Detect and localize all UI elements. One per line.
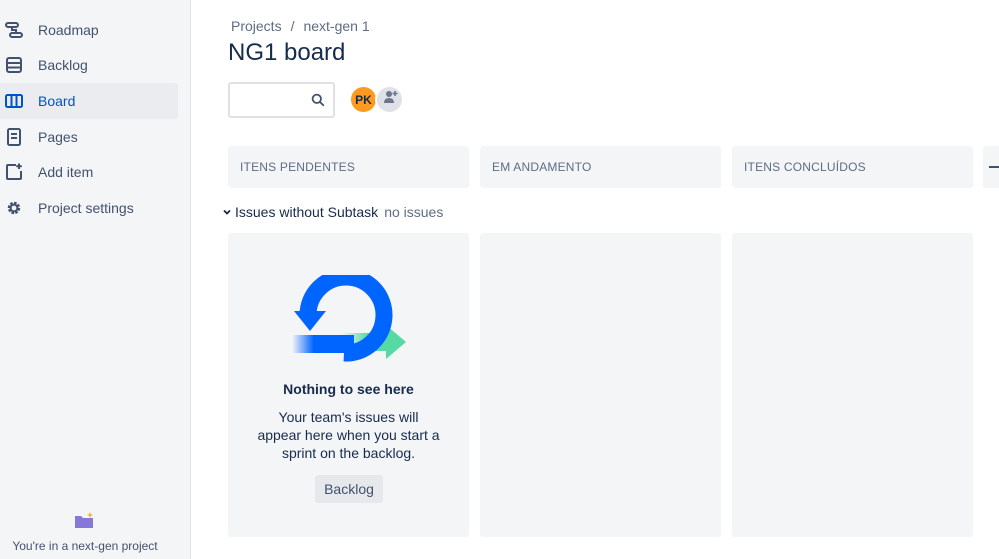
add-user-button[interactable] (375, 85, 404, 114)
sidebar-item-pages[interactable]: Pages (0, 119, 178, 155)
column-body-done (732, 233, 973, 537)
board-main: Projects / next-gen 1 NG1 board PK ITENS… (192, 0, 999, 559)
column-body-in-progress (480, 233, 721, 537)
empty-state-title: Nothing to see here (283, 381, 414, 397)
plus-icon (989, 166, 999, 168)
backlog-button[interactable]: Backlog (315, 475, 383, 503)
avatar[interactable]: PK (349, 85, 378, 114)
column-body-todo: Nothing to see here Your team's issues w… (228, 233, 469, 537)
sidebar-item-label: Project settings (38, 200, 134, 216)
breadcrumb-projects[interactable]: Projects (231, 18, 282, 34)
roadmap-icon (4, 20, 24, 40)
column-header-in-progress[interactable]: EM ANDAMENTO (480, 146, 721, 188)
breadcrumb: Projects / next-gen 1 (231, 18, 370, 34)
gear-icon (4, 198, 24, 218)
search-input[interactable] (228, 82, 335, 118)
sidebar-footer: You're in a next-gen project (0, 509, 191, 559)
column-header-done[interactable]: ITENS CONCLUÍDOS (732, 146, 973, 188)
breadcrumb-separator: / (290, 18, 295, 34)
sidebar-item-label: Roadmap (38, 22, 99, 38)
backlog-icon (4, 55, 24, 75)
swimlane-issue-count: no issues (384, 204, 444, 220)
sidebar-item-roadmap[interactable]: Roadmap (0, 12, 178, 48)
sidebar-item-board[interactable]: Board (0, 83, 178, 119)
column-header-todo[interactable]: ITENS PENDENTES (228, 146, 469, 188)
sidebar-item-label: Pages (38, 129, 78, 145)
sidebar-item-backlog[interactable]: Backlog (0, 47, 178, 83)
sidebar-item-label: Add item (38, 164, 94, 180)
empty-board-illustration (292, 268, 408, 367)
board-icon (4, 91, 24, 111)
empty-state-description: Your team's issues will appear here when… (257, 409, 440, 461)
folder-icon (74, 512, 94, 530)
sidebar-item-project-settings[interactable]: Project settings (0, 190, 178, 226)
next-gen-project-note: You're in a next-gen project (12, 539, 158, 553)
create-column-button[interactable] (983, 146, 999, 188)
sidebar-item-label: Board (38, 93, 76, 109)
swimlane-header[interactable]: Issues without Subtask no issues (220, 204, 443, 220)
sidebar-item-label: Backlog (38, 57, 88, 73)
pages-icon (4, 127, 24, 147)
search-icon (311, 93, 325, 107)
sidebar: Roadmap Backlog Board Pages Add item Pro… (0, 0, 191, 559)
chevron-down-icon (220, 205, 234, 219)
breadcrumb-project[interactable]: next-gen 1 (303, 18, 369, 34)
add-item-icon (4, 162, 24, 182)
sidebar-item-add-item[interactable]: Add item (0, 154, 178, 190)
add-user-icon (381, 88, 399, 111)
swimlane-title: Issues without Subtask (235, 204, 379, 220)
page-title: NG1 board (228, 39, 346, 66)
